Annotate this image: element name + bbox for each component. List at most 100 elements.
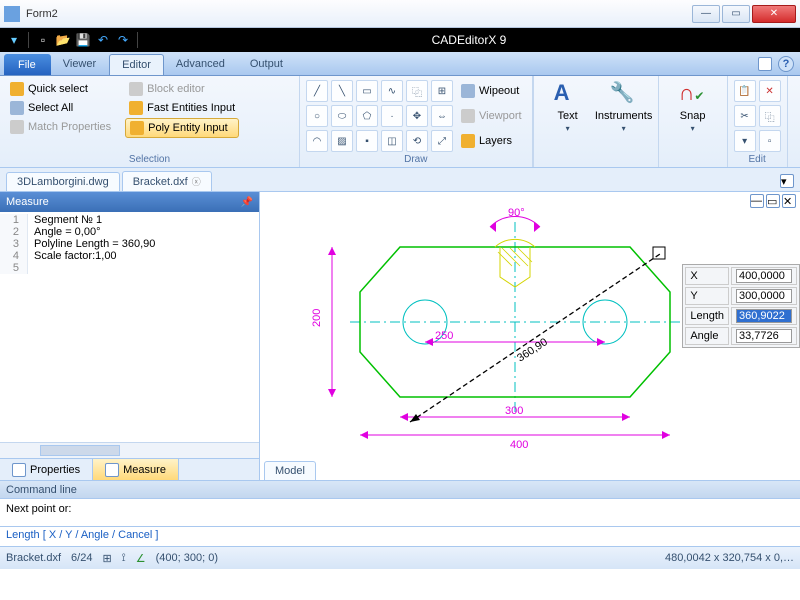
status-ratio: 6/24 [71, 552, 92, 564]
group-label-draw: Draw [306, 154, 526, 165]
array-icon[interactable]: ⊞ [431, 80, 453, 102]
coord-len-input[interactable] [736, 309, 792, 323]
arc-icon[interactable]: ◠ [306, 130, 328, 152]
drawing-canvas[interactable]: 90° 200 250 300 400 360,90 — ▭ [260, 192, 800, 480]
redo-icon[interactable]: ↷ [115, 32, 131, 48]
status-toggle-3[interactable]: ∠ [136, 552, 146, 565]
ribbon: Quick select Select All Match Properties… [0, 76, 800, 168]
scale-icon[interactable]: ⤢ [431, 130, 453, 152]
delete-icon[interactable]: ✕ [759, 80, 781, 102]
dot-icon[interactable]: ▪ [356, 130, 378, 152]
measure-header: Measure📌 [0, 192, 259, 212]
qat-menu-icon[interactable]: ▾ [6, 32, 22, 48]
tab-editor[interactable]: Editor [109, 54, 164, 75]
open-icon[interactable]: 📂 [55, 32, 71, 48]
window-title: Form2 [26, 8, 692, 20]
instruments-icon: 🔧 [610, 80, 638, 108]
pane-min-icon[interactable]: — [750, 194, 764, 208]
spline-icon[interactable]: ∿ [381, 80, 403, 102]
measure-pane: Measure📌 1Segment № 1 2Angle = 0,00° 3Po… [0, 192, 260, 480]
undo-icon[interactable]: ↶ [95, 32, 111, 48]
snap-button[interactable]: ∩✔Snap▾ [665, 80, 721, 133]
measure-output: 1Segment № 1 2Angle = 0,00° 3Polyline Le… [0, 212, 259, 442]
dim-angle-90: 90° [508, 207, 525, 219]
app-icon [4, 6, 20, 22]
maximize-button[interactable]: ▭ [722, 5, 750, 23]
mirror-icon[interactable]: ⇔ [431, 105, 453, 127]
pasteopt-icon[interactable]: ▾ [734, 130, 756, 152]
coord-ang-input[interactable] [736, 329, 792, 343]
poly-entity-button[interactable]: Poly Entity Input [125, 118, 239, 138]
select-all-button[interactable]: Select All [6, 99, 115, 117]
command-prompt[interactable]: Next point or: [0, 499, 800, 527]
wipeout-button[interactable]: Wipeout [457, 80, 526, 102]
grid-icon [10, 101, 24, 115]
block-editor-button[interactable]: Block editor [125, 80, 239, 98]
status-toggle-1[interactable]: ⊞ [102, 552, 111, 565]
instruments-button[interactable]: 🔧Instruments▾ [596, 80, 652, 133]
viewport-button[interactable]: Viewport [457, 105, 526, 127]
text-button[interactable]: AText▾ [540, 80, 596, 133]
save-icon[interactable]: 💾 [75, 32, 91, 48]
help-icon[interactable]: ? [778, 56, 794, 72]
svg-text:400: 400 [510, 439, 528, 451]
pane-max-icon[interactable]: ▭ [766, 194, 780, 208]
tab-viewer[interactable]: Viewer [51, 52, 109, 75]
wipeout-icon [461, 84, 475, 98]
doc-tab-bracket[interactable]: Bracket.dxfⓧ [122, 171, 212, 191]
copy-icon[interactable]: ⿻ [406, 80, 428, 102]
rect-icon[interactable]: ▭ [356, 80, 378, 102]
command-area: Command line Next point or: Length [ X /… [0, 480, 800, 547]
pin-icon[interactable]: 📌 [241, 197, 253, 208]
line-icon[interactable]: ╱ [306, 80, 328, 102]
quick-select-button[interactable]: Quick select [6, 80, 115, 98]
new-icon[interactable]: ▫ [35, 32, 51, 48]
polyline-icon[interactable]: ╲ [331, 80, 353, 102]
copy2-icon[interactable]: ⿻ [759, 105, 781, 127]
move-icon[interactable]: ✥ [406, 105, 428, 127]
status-toggle-2[interactable]: ⟟ [122, 552, 126, 565]
cut-icon[interactable]: ✂ [734, 105, 756, 127]
match-properties-button[interactable]: Match Properties [6, 118, 115, 136]
doc-tab-lambo[interactable]: 3DLamborgini.dwg [6, 172, 120, 191]
minimize-button[interactable]: — [692, 5, 720, 23]
pastespec-icon[interactable]: ▫ [759, 130, 781, 152]
ribbon-tabs: File Viewer Editor Advanced Output ? [0, 52, 800, 76]
paste-icon[interactable]: 📋 [734, 80, 756, 102]
draw-tool-grid: ╱╲▭∿⿻⊞ ○⬭⬠·✥⇔ ◠▨▪◫⟲⤢ [306, 80, 453, 152]
coord-y-input[interactable] [736, 289, 792, 303]
text-icon: A [554, 80, 582, 108]
group-label-edit: Edit [734, 154, 781, 165]
poly-icon [130, 121, 144, 135]
ruler-icon [105, 463, 119, 477]
layers-icon [461, 134, 475, 148]
status-coords: (400; 300; 0) [156, 552, 218, 564]
tab-file[interactable]: File [4, 54, 51, 75]
polygon-icon[interactable]: ⬠ [356, 105, 378, 127]
region-icon[interactable]: ◫ [381, 130, 403, 152]
tab-advanced[interactable]: Advanced [164, 52, 238, 75]
fast-entities-button[interactable]: Fast Entities Input [125, 99, 239, 117]
model-tab[interactable]: Model [264, 461, 316, 480]
close-button[interactable]: ✕ [752, 5, 796, 23]
point-icon[interactable]: · [381, 105, 403, 127]
tabs-dropdown-icon[interactable]: ▾ [780, 174, 794, 188]
status-dims: 480,0042 x 320,754 x 0,… [665, 552, 794, 564]
ellipse-icon[interactable]: ⬭ [331, 105, 353, 127]
rotate-icon[interactable]: ⟲ [406, 130, 428, 152]
hatch-icon[interactable]: ▨ [331, 130, 353, 152]
measure-tab[interactable]: Measure [93, 459, 179, 480]
close-tab-icon[interactable]: ⓧ [192, 175, 201, 188]
command-header: Command line [0, 481, 800, 499]
measure-hscroll[interactable] [0, 442, 259, 458]
tab-output[interactable]: Output [238, 52, 296, 75]
circle-icon[interactable]: ○ [306, 105, 328, 127]
command-options[interactable]: Length [ X / Y / Angle / Cancel ] [0, 527, 800, 547]
pane-close-icon[interactable]: ✕ [782, 194, 796, 208]
style-dropdown-icon[interactable] [758, 57, 772, 71]
coord-x-input[interactable] [736, 269, 792, 283]
coords-panel: X Y Length Angle [682, 264, 800, 348]
layers-button[interactable]: Layers [457, 130, 526, 152]
group-label-selection: Selection [6, 154, 293, 165]
properties-tab[interactable]: Properties [0, 459, 93, 480]
